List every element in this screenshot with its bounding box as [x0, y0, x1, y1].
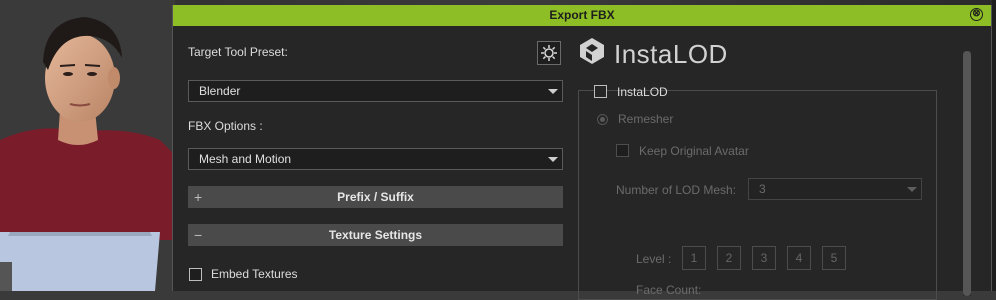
keep-original-avatar-checkbox[interactable]	[616, 144, 629, 157]
embed-textures-label: Embed Textures	[211, 267, 298, 281]
lod-mesh-select[interactable]: 3	[748, 178, 922, 200]
instalod-logo: InstaLOD	[578, 37, 727, 69]
radio-dot	[600, 117, 605, 122]
chevron-down-icon	[907, 187, 917, 192]
collapse-icon: −	[194, 227, 203, 243]
export-fbx-dialog: Export FBX ⊗ Target Tool Preset: Blender…	[172, 5, 992, 300]
fbx-options-label: FBX Options :	[188, 119, 263, 133]
prefix-suffix-section[interactable]: + Prefix / Suffix	[188, 186, 563, 208]
scrollbar-thumb[interactable]	[963, 51, 971, 296]
level-5-button[interactable]: 5	[822, 246, 846, 270]
level-3-button[interactable]: 3	[752, 246, 776, 270]
level-label: Level :	[636, 252, 672, 266]
chevron-down-icon	[548, 89, 558, 94]
lod-mesh-value: 3	[759, 182, 766, 196]
expand-icon: +	[194, 189, 203, 205]
section-label: Texture Settings	[328, 228, 423, 242]
instalod-logo-text: InstaLOD	[614, 39, 728, 69]
face-count-label: Face Count:	[636, 283, 702, 297]
close-icon[interactable]: ⊗	[970, 8, 983, 21]
preset-settings-button[interactable]	[537, 41, 561, 65]
lod-mesh-label: Number of LOD Mesh:	[616, 183, 737, 197]
instalod-logo-icon	[580, 38, 604, 64]
target-tool-preset-value: Blender	[199, 84, 241, 98]
remesher-radio[interactable]	[597, 114, 608, 125]
gear-icon	[541, 45, 557, 61]
texture-settings-section[interactable]: − Texture Settings	[188, 224, 563, 246]
background-panel-edge	[992, 0, 996, 291]
target-tool-preset-select[interactable]: Blender	[188, 80, 563, 102]
avatar-character	[0, 0, 175, 291]
dialog-titlebar[interactable]: Export FBX ⊗	[173, 5, 991, 26]
instalod-checkbox-label: InstaLOD	[617, 85, 668, 99]
chevron-down-icon	[548, 157, 558, 162]
instalod-checkbox[interactable]	[594, 85, 607, 98]
remesher-label: Remesher	[618, 112, 674, 126]
target-tool-preset-label: Target Tool Preset:	[188, 45, 288, 59]
embed-textures-checkbox[interactable]	[189, 268, 202, 281]
section-label: Prefix / Suffix	[337, 190, 414, 204]
level-2-button[interactable]: 2	[717, 246, 741, 270]
fbx-options-value: Mesh and Motion	[199, 152, 292, 166]
level-1-button[interactable]: 1	[682, 246, 706, 270]
scrollbar[interactable]	[963, 51, 971, 296]
level-4-button[interactable]: 4	[787, 246, 811, 270]
keep-original-avatar-label: Keep Original Avatar	[639, 144, 749, 158]
fbx-options-select[interactable]: Mesh and Motion	[188, 148, 563, 170]
dialog-title: Export FBX	[549, 8, 615, 22]
